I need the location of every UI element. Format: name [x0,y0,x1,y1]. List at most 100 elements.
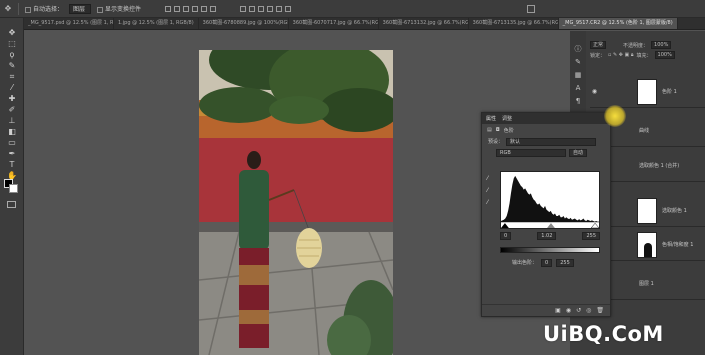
character-icon[interactable]: A [574,84,582,92]
clip-to-layer-icon[interactable]: ▣ [555,307,561,314]
quick-mask-icon[interactable] [7,201,16,208]
eyedropper-tool-icon[interactable]: ⁄ [7,83,17,93]
brush-tool-icon[interactable]: ✐ [7,105,17,115]
dock-icon-strip: ⓘ ✎ ▦ A ¶ [570,31,586,121]
lock-icons[interactable]: ▫ ✎ ✥ ▣ 🔒︎ [608,52,634,58]
distribute-bottom-icon[interactable] [258,5,265,12]
auto-button[interactable]: 自动 [569,148,588,157]
tab-adjust[interactable]: 调整 [502,115,512,122]
preset-dropdown[interactable]: 默认 [506,137,597,146]
view-previous-icon[interactable]: ◉ [566,307,571,314]
3d-mode-icon[interactable] [527,5,535,13]
auto-select-target-dropdown[interactable]: 图层 [69,3,92,14]
output-black-field[interactable]: 0 [541,259,553,267]
layers-panel-header: 正常 不透明度： 100% 锁定： ▫ ✎ ✥ ▣ 🔒︎ 填充： 100% [590,40,705,73]
preset-row: 预设： 默认 [482,136,610,147]
layer-name: 色相/饱和度 1 [662,242,694,248]
channel-dropdown[interactable]: RGB [496,148,566,157]
doc-tab-active[interactable]: _MG_9517.CR2 @ 12.5% (色阶 1, 图层蒙版/8) [558,18,678,29]
move-tool-icon[interactable]: ✥ [7,28,17,38]
tab-properties[interactable]: 属性 [486,115,496,122]
distribute-vcenter-icon[interactable] [249,5,256,12]
input-black-field[interactable]: 0 [500,232,512,240]
layer-name: 选取颜色 1 [662,208,687,214]
quick-select-tool-icon[interactable]: ✎ [7,61,17,71]
gradient-tool-icon[interactable]: ▭ [7,138,17,148]
reset-icon[interactable]: ↺ [576,307,581,314]
opacity-field[interactable]: 100% [651,41,672,49]
doc-tab[interactable]: 360截图-6070717.jpg @ 66.7%(RGB/8) [289,18,379,29]
properties-tabs: 属性 调整 [482,113,610,124]
align-left-icon[interactable] [192,5,199,12]
align-buttons [165,5,217,12]
black-point-eyedropper-icon[interactable]: ⁄ [487,175,494,182]
document-image[interactable] [199,50,393,355]
fill-field[interactable]: 100% [654,51,675,59]
distribute-top-icon[interactable] [240,5,247,12]
healing-brush-icon[interactable]: ✚ [7,94,17,104]
delete-icon[interactable]: 🗑︎ [596,307,604,314]
align-vcenter-icon[interactable] [174,5,181,12]
properties-footer: ▣ ◉ ↺ ◎ 🗑︎ [482,304,610,316]
input-gamma-slider[interactable] [547,223,555,228]
eraser-tool-icon[interactable]: ◧ [7,127,17,137]
pen-tool-icon[interactable]: ✒ [7,149,17,159]
output-white-field[interactable]: 255 [556,259,574,267]
output-label: 输出色阶： [512,260,538,266]
doc-tab[interactable]: 360截图-6713135.jpg @ 66.7%(RGB/8) [469,18,559,29]
preset-label: 预设： [488,139,504,145]
blend-mode-dropdown[interactable]: 正常 [590,41,607,49]
distribute-hcenter-icon[interactable] [276,5,283,12]
layer-mask-thumbnail[interactable] [637,231,657,258]
marquee-tool-icon[interactable]: ⬚ [7,39,17,49]
distribute-left-icon[interactable] [267,5,274,12]
swatches-icon[interactable]: ▦ [574,71,582,79]
photo-illustration [199,50,393,355]
info-icon[interactable]: ⓘ [574,45,582,53]
opacity-label: 不透明度： [623,42,649,49]
crop-tool-icon[interactable]: ⌗ [7,72,17,82]
input-gamma-field[interactable]: 1.02 [537,232,557,240]
auto-select-checkbox[interactable]: 自动选择： [25,4,63,13]
gray-point-eyedropper-icon[interactable]: ⁄ [487,187,494,194]
input-white-field[interactable]: 255 [582,232,600,240]
watermark: UiBQ.CoM [543,322,664,346]
visibility-icon[interactable]: ◎ [586,307,591,314]
align-top-icon[interactable] [165,5,172,12]
background-color-swatch[interactable] [9,184,18,193]
white-point-eyedropper-icon[interactable]: ⁄ [487,199,494,206]
output-gradient [500,247,600,253]
show-transform-checkbox[interactable]: 显示变换控件 [97,4,141,13]
align-right-icon[interactable] [210,5,217,12]
layer-mask-thumbnail[interactable] [637,197,657,224]
layer-name: 选取颜色 1 (合并) [639,163,680,169]
clone-stamp-icon[interactable]: ⊥ [7,116,17,126]
histogram [500,171,600,229]
align-hcenter-icon[interactable] [201,5,208,12]
fill-label: 填充： [636,52,652,59]
mask-icon[interactable]: ◘ [496,127,500,133]
doc-tab[interactable]: _MG_9517.psd @ 12.5% (图层 1, RGB/8) [24,18,114,29]
paragraph-icon[interactable]: ¶ [574,97,582,105]
histogram-shape [501,175,599,223]
layer-mask-thumbnail[interactable] [637,78,657,105]
doc-tab[interactable]: 360截图-6713132.jpg @ 66.7%(RGB/8) [379,18,469,29]
input-black-slider[interactable] [501,223,509,228]
align-bottom-icon[interactable] [183,5,190,12]
doc-tab[interactable]: 360截图-6780889.jpg @ 100%(RGB/8) [199,18,289,29]
type-tool-icon[interactable]: T [7,160,17,170]
panel-title: 色阶 [503,127,514,134]
layer-name: 色阶 1 [662,89,677,95]
properties-panel: 属性 调整 ▤ ◘ 色阶 预设： 默认 RGB 自动 ⁄ ⁄ ⁄ 0 1.02 … [481,112,611,317]
lasso-tool-icon[interactable]: ϙ [7,50,17,60]
input-white-slider[interactable] [590,222,599,228]
cursor-highlight [604,105,626,127]
eye-icon[interactable]: ◉ [590,88,599,95]
channel-row: RGB 自动 [482,147,610,158]
move-tool-icon[interactable]: ✥ [4,4,12,13]
brush-settings-icon[interactable]: ✎ [574,58,582,66]
distribute-right-icon[interactable] [285,5,292,12]
properties-title-row: ▤ ◘ 色阶 [482,124,610,136]
doc-tab[interactable]: 1.jpg @ 12.5% (图层 1, RGB/8) [114,18,199,29]
layer-row[interactable]: ◉ 色阶 1 [590,76,705,108]
